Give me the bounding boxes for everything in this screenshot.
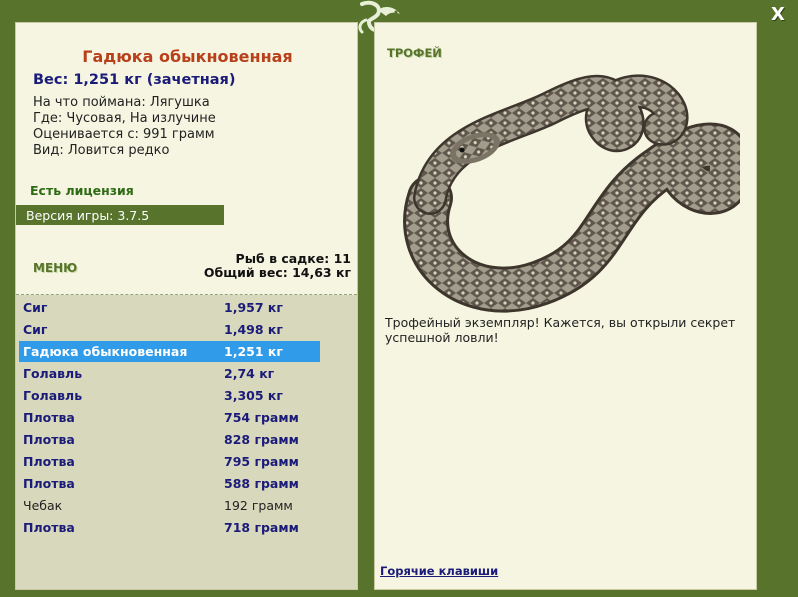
list-item-weight: 795 грамм <box>224 454 299 469</box>
list-item-weight: 588 грамм <box>224 476 299 491</box>
list-item-name: Плотва <box>23 476 75 491</box>
list-item-weight: 1,498 кг <box>224 322 283 337</box>
list-item-weight: 718 грамм <box>224 520 299 535</box>
list-item-weight: 754 грамм <box>224 410 299 425</box>
list-item-weight: 828 грамм <box>224 432 299 447</box>
list-item[interactable]: Плотва 754 грамм <box>19 407 320 428</box>
list-item-name: Плотва <box>23 432 75 447</box>
list-item-name: Сиг <box>23 322 48 337</box>
license-status: Есть лицензия <box>30 183 134 198</box>
menu-button[interactable]: МЕНЮ <box>33 261 77 275</box>
list-item-weight: 2,74 кг <box>224 366 275 381</box>
fish-title: Гадюка обыкновенная <box>82 47 293 66</box>
list-item[interactable]: Голавль 2,74 кг <box>19 363 320 384</box>
list-item-name: Голавль <box>23 366 83 381</box>
list-item[interactable]: Плотва 718 грамм <box>19 517 320 538</box>
list-item-name: Плотва <box>23 454 75 469</box>
list-item[interactable]: Гадюка обыкновенная 1,251 кг <box>19 341 320 362</box>
list-item-name: Плотва <box>23 410 75 425</box>
list-item-name: Голавль <box>23 388 83 403</box>
keepnet-count: Рыб в садке: 11 <box>235 251 351 266</box>
list-item-name: Плотва <box>23 520 75 535</box>
list-item-weight: 1,957 кг <box>224 300 283 315</box>
valued-from-text: Оценивается с: 991 грамм <box>33 127 215 142</box>
trophy-panel: ТРОФЕЙ Трофейный экземпляр! Кажется, вы … <box>374 22 757 590</box>
list-item-weight: 3,305 кг <box>224 388 283 403</box>
fish-info-panel: Гадюка обыкновенная Вес: 1,251 кг (зачет… <box>15 22 358 590</box>
list-item-weight: 1,251 кг <box>224 344 283 359</box>
close-button[interactable]: X <box>771 4 785 25</box>
list-item-name: Сиг <box>23 300 48 315</box>
keepnet-total: Общий вес: 14,63 кг <box>203 265 351 280</box>
fish-weight: Вес: 1,251 кг (зачетная) <box>33 72 236 88</box>
list-item[interactable]: Плотва 588 грамм <box>19 473 320 494</box>
keepnet-summary: Рыб в садке: 11 Общий вес: 14,63 кг <box>204 252 351 280</box>
list-item[interactable]: Сиг 1,498 кг <box>19 319 320 340</box>
version-bar: Версия игры: 3.7.5 <box>16 205 224 225</box>
catch-list: Сиг 1,957 кг Сиг 1,498 кг Гадюка обыкновенна… <box>16 295 357 589</box>
list-item-name: Гадюка обыкновенная <box>23 344 188 359</box>
list-item[interactable]: Плотва 795 грамм <box>19 451 320 472</box>
list-item[interactable]: Голавль 3,305 кг <box>19 385 320 406</box>
viper-trophy-image <box>400 58 754 313</box>
hotkeys-link[interactable]: Горячие клавиши <box>380 564 498 578</box>
trophy-description: Трофейный экземпляр! Кажется, вы открыли… <box>385 315 736 345</box>
list-item[interactable]: Чебак 192 грамм <box>19 495 320 516</box>
list-item[interactable]: Сиг 1,957 кг <box>19 297 320 318</box>
list-item-weight: 192 грамм <box>224 498 293 513</box>
list-item-name: Чебак <box>23 498 63 513</box>
location-text: Где: Чусовая, На излучине <box>33 111 216 126</box>
list-item[interactable]: Плотва 828 грамм <box>19 429 320 450</box>
kind-text: Вид: Ловится редко <box>33 143 170 158</box>
caught-on-text: На что поймана: Лягушка <box>33 95 210 110</box>
